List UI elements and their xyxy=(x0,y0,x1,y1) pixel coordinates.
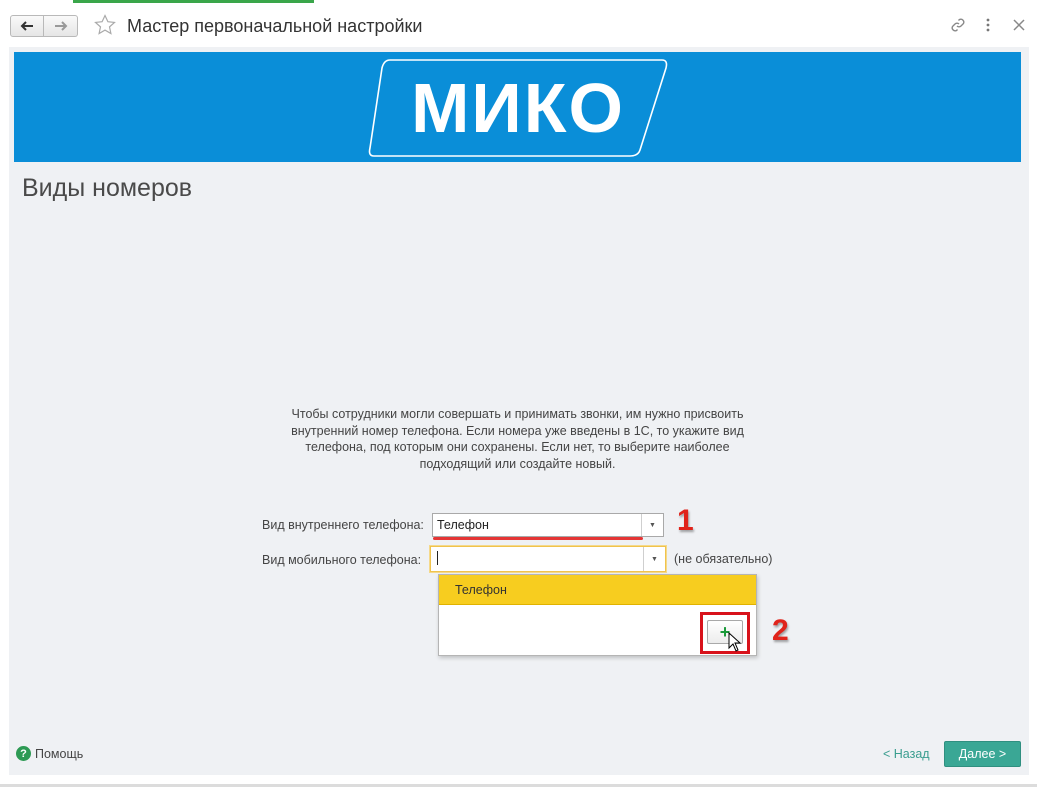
annotation-marker-1: 1 xyxy=(677,504,694,537)
miko-logo: МИКО xyxy=(368,59,668,157)
help-icon: ? xyxy=(16,746,31,761)
link-icon[interactable] xyxy=(949,16,967,34)
arrow-left-icon xyxy=(20,21,33,31)
description-text: Чтобы сотрудники могли совершать и прини… xyxy=(291,407,744,471)
window-title: Мастер первоначальной настройки xyxy=(127,16,423,36)
arrow-right-icon xyxy=(54,21,67,31)
title-bar: Мастер первоначальной настройки xyxy=(0,3,1037,47)
annotation-marker-2: 2 xyxy=(772,614,789,647)
window-edge xyxy=(1029,47,1037,775)
chevron-down-icon[interactable]: ▼ xyxy=(641,514,663,536)
internal-phone-label: Вид внутреннего телефона: xyxy=(262,518,424,532)
highlight-underline xyxy=(433,537,643,540)
svg-text:МИКО: МИКО xyxy=(411,69,625,147)
dropdown-item-telefon[interactable]: Телефон xyxy=(439,575,756,605)
star-icon[interactable] xyxy=(93,13,117,37)
mobile-phone-combo[interactable]: ▼ xyxy=(430,546,666,572)
text-caret xyxy=(437,551,438,565)
close-icon[interactable] xyxy=(1010,16,1028,34)
internal-phone-value: Телефон xyxy=(437,518,489,532)
more-vertical-icon[interactable] xyxy=(979,16,997,34)
next-button[interactable]: Далее > xyxy=(944,741,1021,767)
back-button[interactable] xyxy=(10,15,44,37)
dropdown-item-label: Телефон xyxy=(455,583,507,597)
optional-note: (не обязательно) xyxy=(674,552,773,566)
back-link[interactable]: < Назад xyxy=(883,747,930,761)
help-label: Помощь xyxy=(35,746,84,761)
internal-phone-combo[interactable]: Телефон ▼ xyxy=(432,513,664,537)
mouse-cursor-icon xyxy=(728,632,742,652)
page-title: Виды номеров xyxy=(22,174,193,202)
forward-button[interactable] xyxy=(44,15,78,37)
chevron-down-icon[interactable]: ▼ xyxy=(643,547,665,571)
help-link[interactable]: ? Помощь xyxy=(16,746,83,761)
mobile-phone-label: Вид мобильного телефона: xyxy=(262,553,422,567)
